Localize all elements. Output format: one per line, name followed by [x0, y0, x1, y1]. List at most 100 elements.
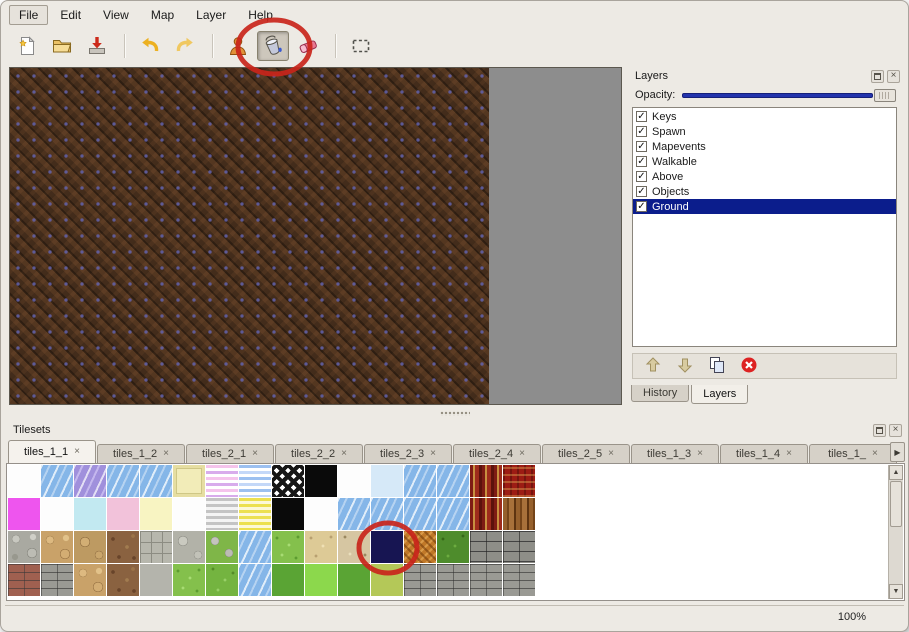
tile-white[interactable] [8, 465, 40, 497]
tile-greenbright[interactable] [305, 564, 337, 596]
tile-grass[interactable] [272, 531, 304, 563]
tile-dirt[interactable] [107, 531, 139, 563]
tile-column[interactable] [470, 465, 502, 497]
tile-yellowp[interactable] [140, 498, 172, 530]
duplicate-layer-button[interactable] [707, 355, 727, 378]
tile-white[interactable] [338, 465, 370, 497]
layer-row-walkable[interactable]: ✓Walkable [633, 154, 896, 169]
menu-view[interactable]: View [93, 5, 139, 25]
tile-water[interactable] [437, 498, 469, 530]
layer-row-ground[interactable]: ✓Ground [633, 199, 896, 214]
layer-visibility-checkbox[interactable]: ✓ [636, 126, 647, 137]
close-tab-icon[interactable]: × [786, 449, 792, 459]
close-tab-icon[interactable]: × [519, 449, 525, 459]
layer-row-above[interactable]: ✓Above [633, 169, 896, 184]
layer-visibility-checkbox[interactable]: ✓ [636, 111, 647, 122]
layer-visibility-checkbox[interactable]: ✓ [636, 201, 647, 212]
close-tab-icon[interactable]: × [252, 449, 258, 459]
redo-button[interactable] [169, 31, 201, 61]
layer-row-objects[interactable]: ✓Objects [633, 184, 896, 199]
splitter-handle[interactable] [5, 409, 904, 417]
fill-button[interactable] [257, 31, 289, 61]
layer-visibility-checkbox[interactable]: ✓ [636, 141, 647, 152]
tile-path[interactable] [140, 531, 172, 563]
menu-edit[interactable]: Edit [50, 5, 91, 25]
scroll-tabs-right-button[interactable]: ▶ [890, 442, 905, 462]
tile-weave[interactable] [404, 531, 436, 563]
tileset-tab-tiles_1_[interactable]: tiles_1_× [809, 444, 897, 463]
tile-water[interactable] [338, 498, 370, 530]
tile-cream[interactable] [173, 465, 205, 497]
layer-visibility-checkbox[interactable]: ✓ [636, 156, 647, 167]
tile-water[interactable] [371, 498, 403, 530]
tile-speckle[interactable] [338, 531, 370, 563]
palette-vscrollbar[interactable]: ▲ ▼ [888, 465, 903, 599]
tile-grass2[interactable] [206, 564, 238, 596]
tile-water[interactable] [107, 465, 139, 497]
tile-green[interactable] [338, 564, 370, 596]
tile-brickred[interactable] [8, 564, 40, 596]
eraser-button[interactable] [292, 31, 324, 61]
tile-pinkp[interactable] [107, 498, 139, 530]
menu-layer[interactable]: Layer [186, 5, 236, 25]
menu-help[interactable]: Help [238, 5, 283, 25]
close-tab-icon[interactable]: × [163, 449, 169, 459]
float-panel-button[interactable] [871, 70, 884, 83]
raise-layer-button[interactable] [643, 355, 663, 378]
panel-tab-history[interactable]: History [631, 385, 689, 402]
new-button[interactable] [11, 31, 43, 61]
tile-water[interactable] [140, 465, 172, 497]
delete-layer-button[interactable] [739, 355, 759, 378]
tile-stonetan2[interactable] [74, 531, 106, 563]
tile-stripeb[interactable] [239, 465, 271, 497]
scroll-up-button[interactable]: ▲ [889, 465, 903, 480]
tileset-tab-tiles_1_1[interactable]: tiles_1_1× [8, 440, 96, 463]
tileset-tab-tiles_2_2[interactable]: tiles_2_2× [275, 444, 363, 463]
tile-carpet[interactable] [503, 465, 535, 497]
tile-white[interactable] [305, 498, 337, 530]
close-tab-icon[interactable]: × [341, 449, 347, 459]
tileset-tab-tiles_1_3[interactable]: tiles_1_3× [631, 444, 719, 463]
close-tab-icon[interactable]: × [608, 449, 614, 459]
tile-wall[interactable] [470, 531, 502, 563]
tile-wall[interactable] [503, 531, 535, 563]
tile-graytile[interactable] [140, 564, 172, 596]
tile-white[interactable] [173, 498, 205, 530]
opacity-slider-handle[interactable] [874, 89, 896, 102]
opacity-slider[interactable] [682, 89, 896, 102]
close-tab-icon[interactable]: × [74, 447, 80, 457]
close-tab-icon[interactable]: × [430, 449, 436, 459]
tileset-tab-tiles_2_3[interactable]: tiles_2_3× [364, 444, 452, 463]
tile-water[interactable] [437, 465, 469, 497]
tile-grassyellow[interactable] [371, 564, 403, 596]
stamp-button[interactable] [222, 31, 254, 61]
menu-file[interactable]: File [9, 5, 48, 25]
tileset-tab-tiles_2_4[interactable]: tiles_2_4× [453, 444, 541, 463]
tile-brickgray[interactable] [41, 564, 73, 596]
layer-row-spawn[interactable]: ✓Spawn [633, 124, 896, 139]
layer-visibility-checkbox[interactable]: ✓ [636, 186, 647, 197]
menu-map[interactable]: Map [141, 5, 184, 25]
panel-tab-layers[interactable]: Layers [691, 385, 748, 404]
tile-black[interactable] [305, 465, 337, 497]
tile-bluepale[interactable] [371, 465, 403, 497]
scroll-down-button[interactable]: ▼ [889, 584, 903, 599]
tile-grassstone[interactable] [206, 531, 238, 563]
tileset-tab-tiles_2_1[interactable]: tiles_2_1× [186, 444, 274, 463]
close-tab-icon[interactable]: × [872, 449, 878, 459]
tile-dirt[interactable] [107, 564, 139, 596]
close-panel-button[interactable]: × [887, 70, 900, 83]
tile-brickgray[interactable] [503, 564, 535, 596]
tile-brickgray[interactable] [404, 564, 436, 596]
tile-stripep[interactable] [206, 465, 238, 497]
layer-row-mapevents[interactable]: ✓Mapevents [633, 139, 896, 154]
tile-stripey[interactable] [239, 498, 271, 530]
tile-stonetan[interactable] [74, 564, 106, 596]
tile-cobble2[interactable] [173, 531, 205, 563]
tile-black[interactable] [272, 498, 304, 530]
tileset-tab-tiles_1_4[interactable]: tiles_1_4× [720, 444, 808, 463]
float-panel-button[interactable] [873, 424, 886, 437]
tile-cyanp[interactable] [74, 498, 106, 530]
tile-green[interactable] [272, 564, 304, 596]
tile-grass[interactable] [173, 564, 205, 596]
